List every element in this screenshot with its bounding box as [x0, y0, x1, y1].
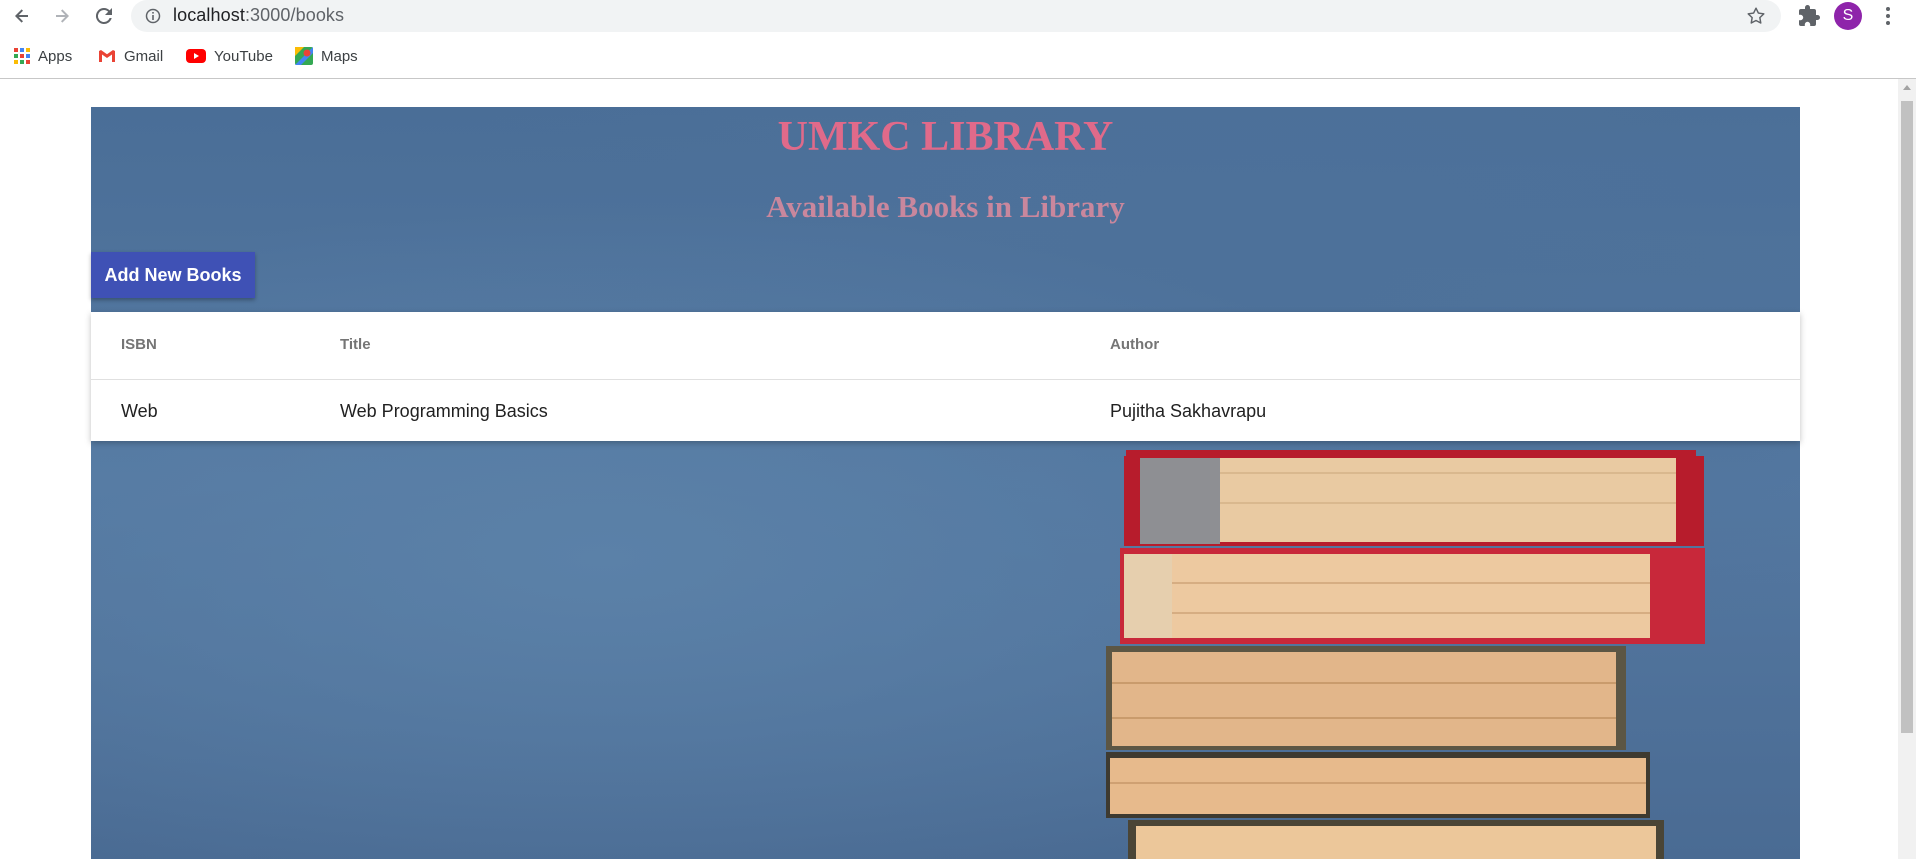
bookmark-gmail[interactable]: Gmail	[98, 42, 163, 70]
reload-icon	[95, 7, 112, 24]
back-button[interactable]	[8, 2, 36, 30]
site-info-icon[interactable]	[145, 8, 161, 24]
bookmark-label: Apps	[38, 47, 73, 65]
scroll-up-arrow-icon[interactable]	[1903, 85, 1911, 90]
page-subtitle: Available Books in Library	[766, 189, 1125, 224]
bookmark-label: Maps	[321, 47, 358, 65]
books-table: ISBN Title Author Web Web Programming Ba…	[91, 312, 1800, 441]
kebab-menu-icon[interactable]	[1876, 4, 1900, 28]
bookmark-maps[interactable]: Maps	[295, 42, 358, 70]
youtube-icon	[186, 49, 206, 63]
bookmark-apps[interactable]: Apps	[14, 42, 72, 70]
profile-avatar[interactable]: S	[1834, 2, 1862, 30]
bookmark-label: Gmail	[124, 47, 164, 65]
url-text: localhost:3000/books	[173, 5, 344, 26]
book-stack-image	[1106, 450, 1705, 859]
column-header-title[interactable]: Title	[340, 336, 371, 353]
scrollbar-thumb[interactable]	[1901, 101, 1913, 733]
browser-toolbar: localhost:3000/books S	[0, 0, 1916, 32]
cell-author: Pujitha Sakhavrapu	[1110, 401, 1267, 421]
reload-button[interactable]	[90, 2, 118, 30]
bookmarks-bar: Apps Gmail YouTube Maps	[0, 42, 1916, 70]
table-header: ISBN Title Author	[91, 312, 1800, 380]
maps-icon	[295, 47, 313, 65]
add-new-books-button[interactable]: Add New Books	[91, 252, 255, 298]
column-header-author[interactable]: Author	[1110, 336, 1159, 353]
extensions-puzzle-icon[interactable]	[1797, 4, 1821, 28]
library-background: UMKC LIBRARY Available Books in Library …	[91, 107, 1800, 859]
forward-arrow-icon	[56, 9, 69, 23]
page-scrollbar[interactable]	[1898, 79, 1916, 859]
url-host: localhost	[173, 5, 245, 25]
table-row[interactable]: Web Web Programming Basics Pujitha Sakha…	[91, 381, 1800, 441]
cell-isbn: Web	[121, 401, 158, 421]
bookmark-label: YouTube	[214, 47, 273, 65]
forward-button[interactable]	[48, 2, 76, 30]
url-path: :3000/books	[244, 5, 345, 25]
back-arrow-icon	[15, 9, 28, 23]
gmail-icon	[99, 50, 115, 62]
address-bar[interactable]: localhost:3000/books	[131, 0, 1781, 32]
apps-grid-icon	[14, 48, 30, 64]
page-title: UMKC LIBRARY	[777, 114, 1114, 160]
column-header-isbn[interactable]: ISBN	[121, 336, 157, 353]
cell-title: Web Programming Basics	[340, 401, 548, 421]
bookmark-star-icon[interactable]	[1745, 5, 1767, 27]
bookmark-youtube[interactable]: YouTube	[186, 42, 273, 70]
page-viewport: UMKC LIBRARY Available Books in Library …	[0, 79, 1898, 859]
